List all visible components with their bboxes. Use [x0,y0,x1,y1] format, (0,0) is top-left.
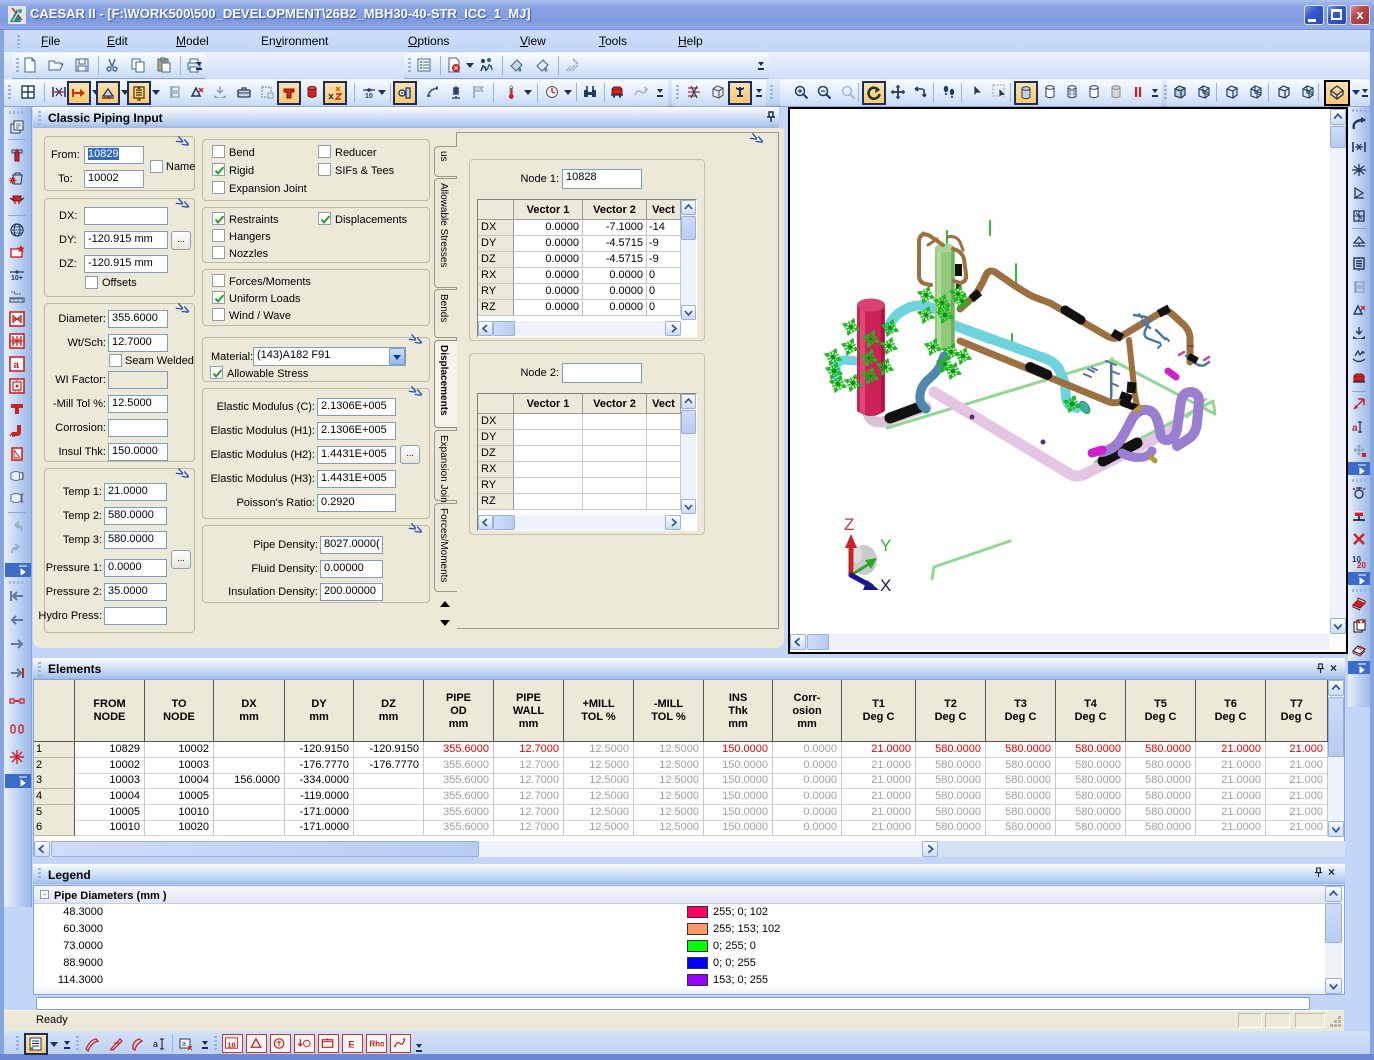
svg-text:a: a [182,1041,186,1048]
svg-text:10: 10 [365,93,373,100]
svg-text:a: a [1352,423,1358,434]
svg-text:Z: Z [844,515,854,534]
svg-text:10: 10 [227,1040,235,1049]
svg-text:Y: Y [880,536,891,555]
svg-text:X: X [880,576,891,595]
svg-text:a: a [14,360,20,371]
svg-text:Rho: Rho [369,1039,384,1048]
svg-text:E: E [348,1039,354,1049]
svg-text:a: a [153,1039,158,1049]
svg-text:20: 20 [1357,561,1366,570]
svg-text:10+: 10+ [11,275,23,282]
